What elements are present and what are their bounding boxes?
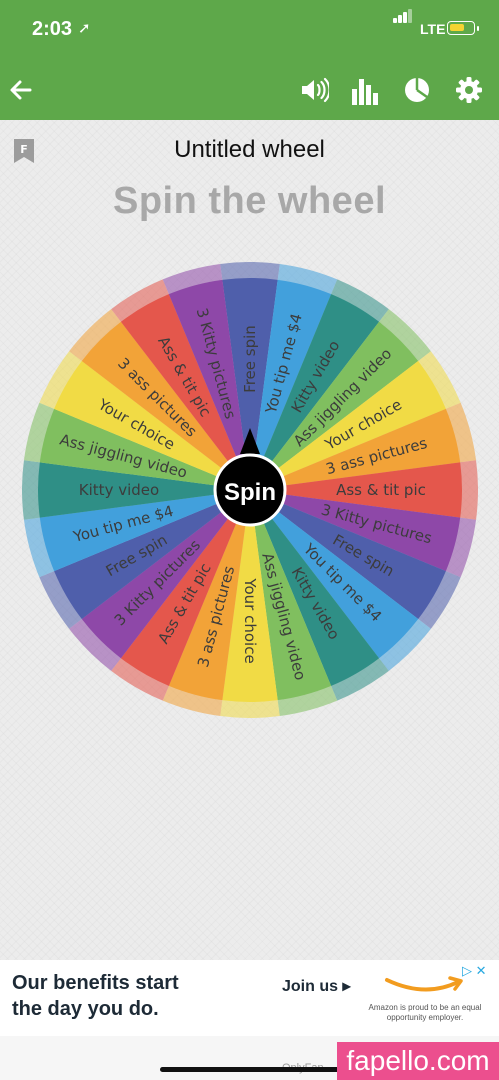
status-time: 2:03 <box>32 18 73 40</box>
app-toolbar <box>0 60 499 120</box>
ad-headline-line2: the day you do. <box>12 998 159 1020</box>
location-icon: ➚ <box>78 20 91 37</box>
back-button[interactable] <box>4 73 38 107</box>
pie-chart-button[interactable] <box>400 73 434 107</box>
settings-button[interactable] <box>452 73 486 107</box>
bar-chart-icon <box>352 79 378 105</box>
spin-label: Spin <box>224 479 276 506</box>
pie-chart-icon <box>405 78 429 102</box>
network-type: LTE <box>420 21 446 37</box>
wheel-heading: Spin the wheel <box>112 180 387 222</box>
gear-icon <box>456 77 482 103</box>
arrow-left-icon <box>10 80 32 100</box>
battery-icon <box>447 21 475 35</box>
wheel-title[interactable]: Untitled wheel <box>0 136 499 164</box>
sound-button[interactable] <box>297 73 331 107</box>
wheel-slice-label: Free spin <box>241 325 259 393</box>
wheel-slice-label: Kitty video <box>79 481 159 499</box>
spin-wheel[interactable]: Free spin You tip me $4Kitty videoAss jig… <box>22 262 478 718</box>
status-bar: 2:03 ➚ LTE <box>0 0 499 60</box>
home-indicator[interactable] <box>160 1067 340 1072</box>
amazon-logo-icon <box>385 976 463 992</box>
ad-choices-icon[interactable]: ▷ ✕ <box>462 963 487 979</box>
watermark: fapello.com <box>337 1042 499 1080</box>
volume-icon <box>302 77 329 103</box>
ad-disclaimer: Amazon is proud to be an equal opportuni… <box>368 1003 482 1022</box>
wheel-slice-label: Your choice <box>241 577 259 663</box>
ad-join-link[interactable]: Join us ▸ <box>282 976 350 996</box>
wheel-slice-label: Ass & tit pic <box>336 481 426 499</box>
ad-headline-line1: Our benefits start <box>12 972 179 994</box>
stats-button[interactable] <box>347 73 381 107</box>
